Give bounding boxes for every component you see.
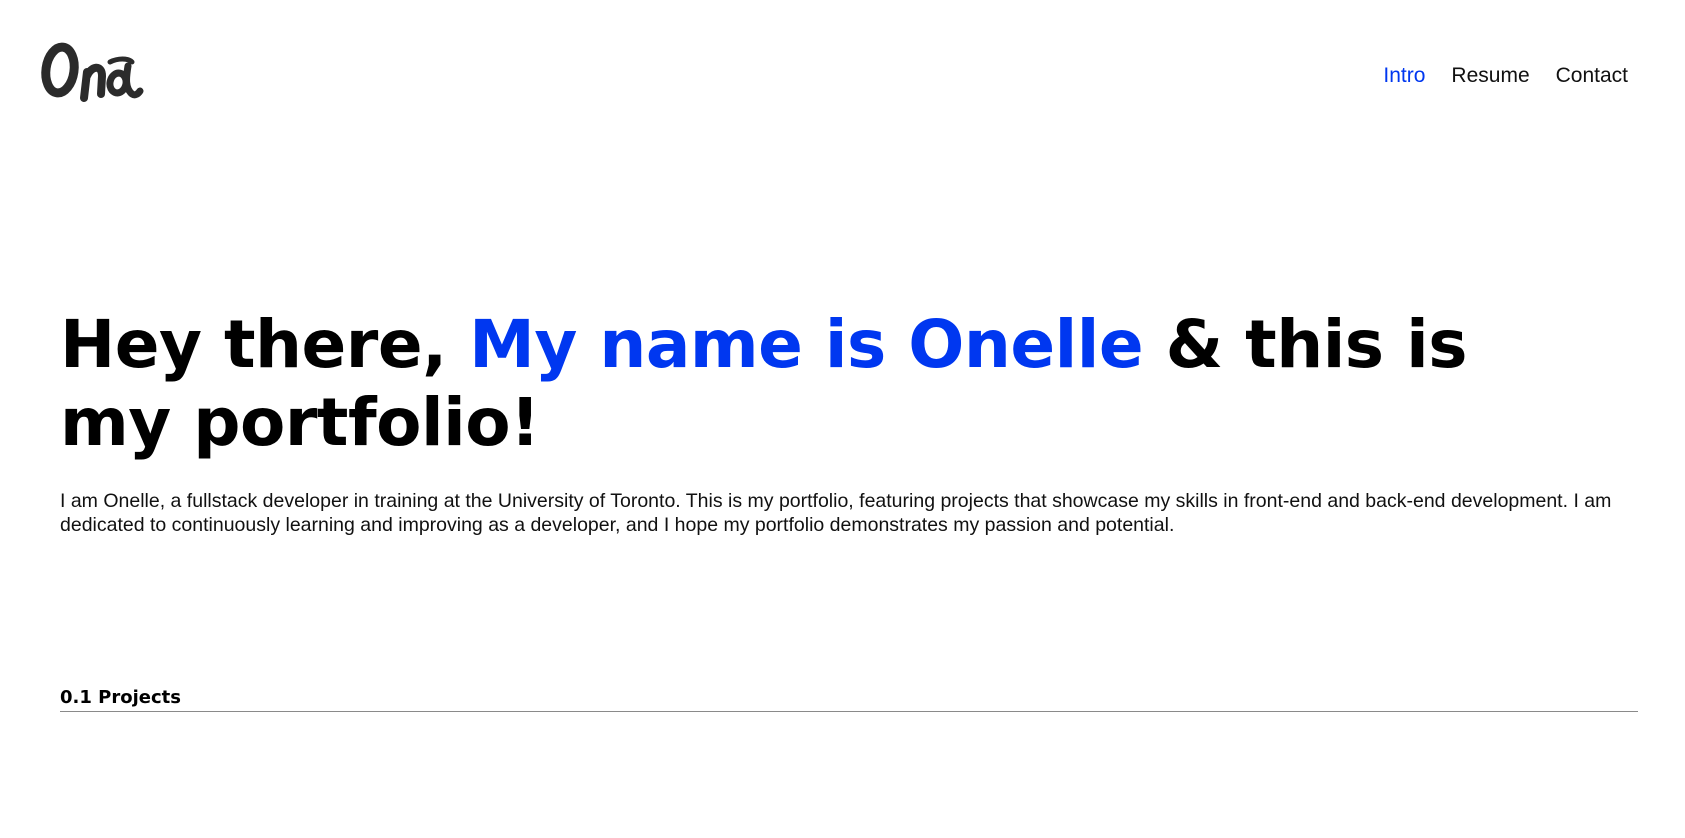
logo-wordmark bbox=[41, 42, 144, 102]
hero-name-highlight: My name is Onelle bbox=[469, 306, 1144, 383]
logo[interactable]: Ona bbox=[40, 36, 144, 108]
hero-heading: Hey there, My name is Onelle & this is m… bbox=[60, 306, 1600, 462]
nav-item-intro[interactable]: Intro bbox=[1383, 62, 1425, 90]
main-nav: Intro Resume Contact bbox=[1383, 62, 1628, 90]
logo-text: Ona bbox=[40, 108, 41, 109]
nav-item-contact[interactable]: Contact bbox=[1556, 62, 1628, 90]
projects-heading: 0.1 Projects bbox=[60, 687, 181, 708]
hero-greeting: Hey there, bbox=[60, 306, 470, 383]
nav-item-resume[interactable]: Resume bbox=[1451, 62, 1529, 90]
intro-paragraph: I am Onelle, a fullstack developer in tr… bbox=[60, 490, 1612, 536]
section-divider bbox=[60, 711, 1638, 712]
